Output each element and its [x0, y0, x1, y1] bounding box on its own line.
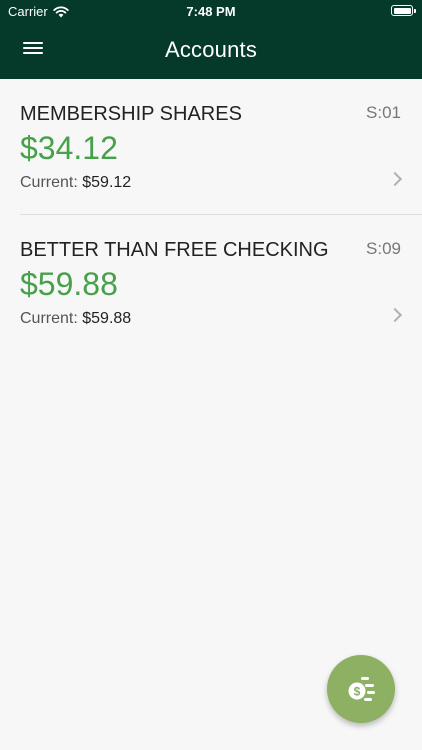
account-available-balance: $59.88 — [20, 266, 118, 302]
current-value: $59.12 — [82, 174, 132, 191]
account-current-balance: Current: $59.88 — [20, 310, 131, 328]
account-name: BETTER THAN FREE CHECKING — [20, 239, 329, 261]
svg-text:$: $ — [354, 685, 361, 699]
current-label: Current: — [20, 174, 78, 191]
transfer-fab-button[interactable]: $ — [327, 655, 395, 723]
chevron-right-icon — [387, 171, 403, 187]
money-transfer-icon: $ — [348, 677, 375, 701]
account-row-membership-shares[interactable]: MEMBERSHIP SHARES S:01 $34.12 Current: $… — [0, 79, 422, 215]
current-value: $59.88 — [82, 310, 132, 327]
account-available-balance: $34.12 — [20, 130, 118, 166]
status-bar: Carrier 7:48 PM — [0, 0, 422, 22]
status-time: 7:48 PM — [186, 4, 236, 19]
current-label: Current: — [20, 310, 78, 327]
account-name: MEMBERSHIP SHARES — [20, 103, 242, 125]
account-code: S:01 — [366, 103, 401, 122]
battery-icon — [391, 5, 416, 16]
chevron-right-icon — [387, 307, 403, 323]
app-header: Carrier 7:48 PM Accounts — [0, 0, 422, 79]
page-title: Accounts — [164, 37, 258, 62]
navigation-bar: Accounts — [0, 22, 422, 79]
account-current-balance: Current: $59.12 — [20, 174, 131, 192]
account-row-better-than-free-checking[interactable]: BETTER THAN FREE CHECKING S:09 $59.88 Cu… — [0, 215, 422, 351]
account-code: S:09 — [366, 239, 401, 258]
